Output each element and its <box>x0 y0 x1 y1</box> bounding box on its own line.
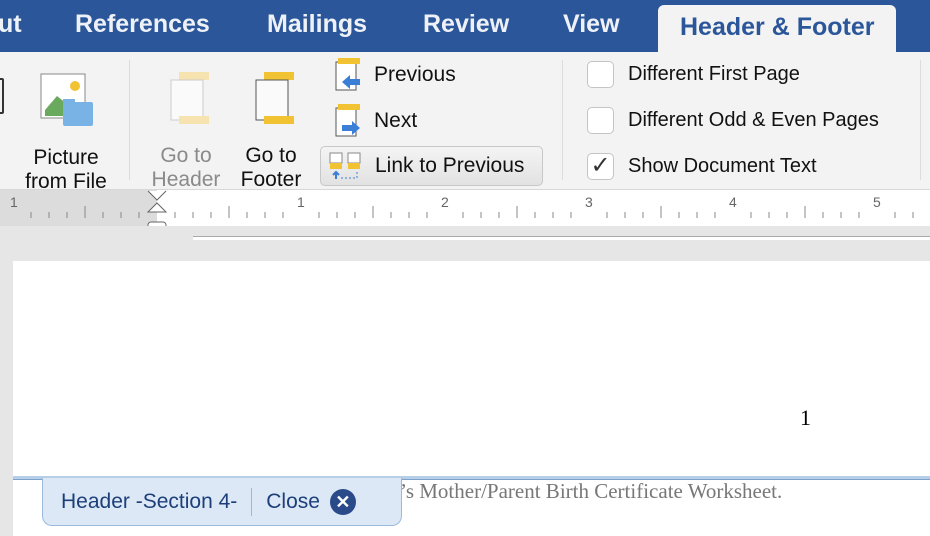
go-to-header-icon <box>170 72 209 124</box>
close-icon[interactable]: ✕ <box>329 488 356 515</box>
ruler-label: 3 <box>585 194 593 210</box>
partial-icon <box>0 78 4 114</box>
tab-layout[interactable]: ut <box>0 10 22 39</box>
page-number[interactable]: 1 <box>800 405 811 431</box>
next-icon <box>335 104 360 137</box>
checkbox[interactable] <box>587 61 614 88</box>
show-document-text-checkbox[interactable]: ✓ Show Document Text <box>587 153 817 180</box>
close-header-button[interactable]: Close ✕ <box>266 488 356 515</box>
label: Different Odd & Even Pages <box>628 109 879 131</box>
label: Close <box>266 489 320 513</box>
divider <box>562 60 563 180</box>
label: Footer <box>240 168 302 191</box>
link-icon <box>329 152 361 179</box>
link-to-previous-button[interactable]: Link to Previous <box>320 146 543 186</box>
ruler-label: 2 <box>441 194 449 210</box>
picture-from-file-button[interactable]: Picture from File <box>20 72 112 194</box>
go-to-footer-icon <box>255 72 294 124</box>
ruler-label: 1 <box>10 194 18 210</box>
different-odd-even-checkbox[interactable]: Different Odd & Even Pages <box>587 107 879 134</box>
divider <box>920 60 921 180</box>
divider <box>129 60 130 180</box>
label: Next <box>374 109 418 132</box>
label: Previous <box>374 63 456 86</box>
label: Go to <box>245 144 297 167</box>
tab-mailings[interactable]: Mailings <box>267 10 367 39</box>
go-to-header-button[interactable]: Go to Header <box>146 70 226 192</box>
tab-view[interactable]: View <box>563 10 620 39</box>
label: Show Document Text <box>628 155 817 177</box>
ruler[interactable]: 1 1 2 3 4 5 <box>0 190 930 234</box>
body-text[interactable]: ’s Mother/Parent Birth Certificate Works… <box>400 479 782 504</box>
header-section-label: Header -Section 4- <box>61 489 238 513</box>
divider <box>251 487 253 516</box>
ruler-margin <box>0 190 157 226</box>
tab-references[interactable]: References <box>75 10 210 39</box>
ribbon-tabs: ut References Mailings Review View Heade… <box>0 0 930 52</box>
ruler-label: 1 <box>297 194 305 210</box>
picture-icon <box>40 73 93 126</box>
go-to-footer-button[interactable]: Go to Footer <box>232 70 310 192</box>
previous-icon <box>335 58 360 91</box>
label: Header <box>151 168 221 191</box>
different-first-page-checkbox[interactable]: Different First Page <box>587 61 800 88</box>
ruler-label: 4 <box>729 194 737 210</box>
tab-review[interactable]: Review <box>423 10 509 39</box>
next-button[interactable]: Next <box>332 104 417 138</box>
page-edge <box>193 236 930 240</box>
previous-button[interactable]: Previous <box>332 58 456 92</box>
tab-header-footer[interactable]: Header & Footer <box>658 5 897 52</box>
ribbon: Picture from File Go to Header Go to Foo… <box>0 52 930 193</box>
label: Different First Page <box>628 63 800 85</box>
checkbox[interactable] <box>587 107 614 134</box>
label: Go to <box>160 144 212 167</box>
checkmark-icon[interactable]: ✓ <box>587 153 614 180</box>
ruler-label: 5 <box>873 194 881 210</box>
ruler-ticks <box>0 190 914 226</box>
label: Link to Previous <box>375 154 525 177</box>
header-section-tag: Header -Section 4- Close ✕ <box>42 478 402 526</box>
label: Picture <box>33 146 99 169</box>
